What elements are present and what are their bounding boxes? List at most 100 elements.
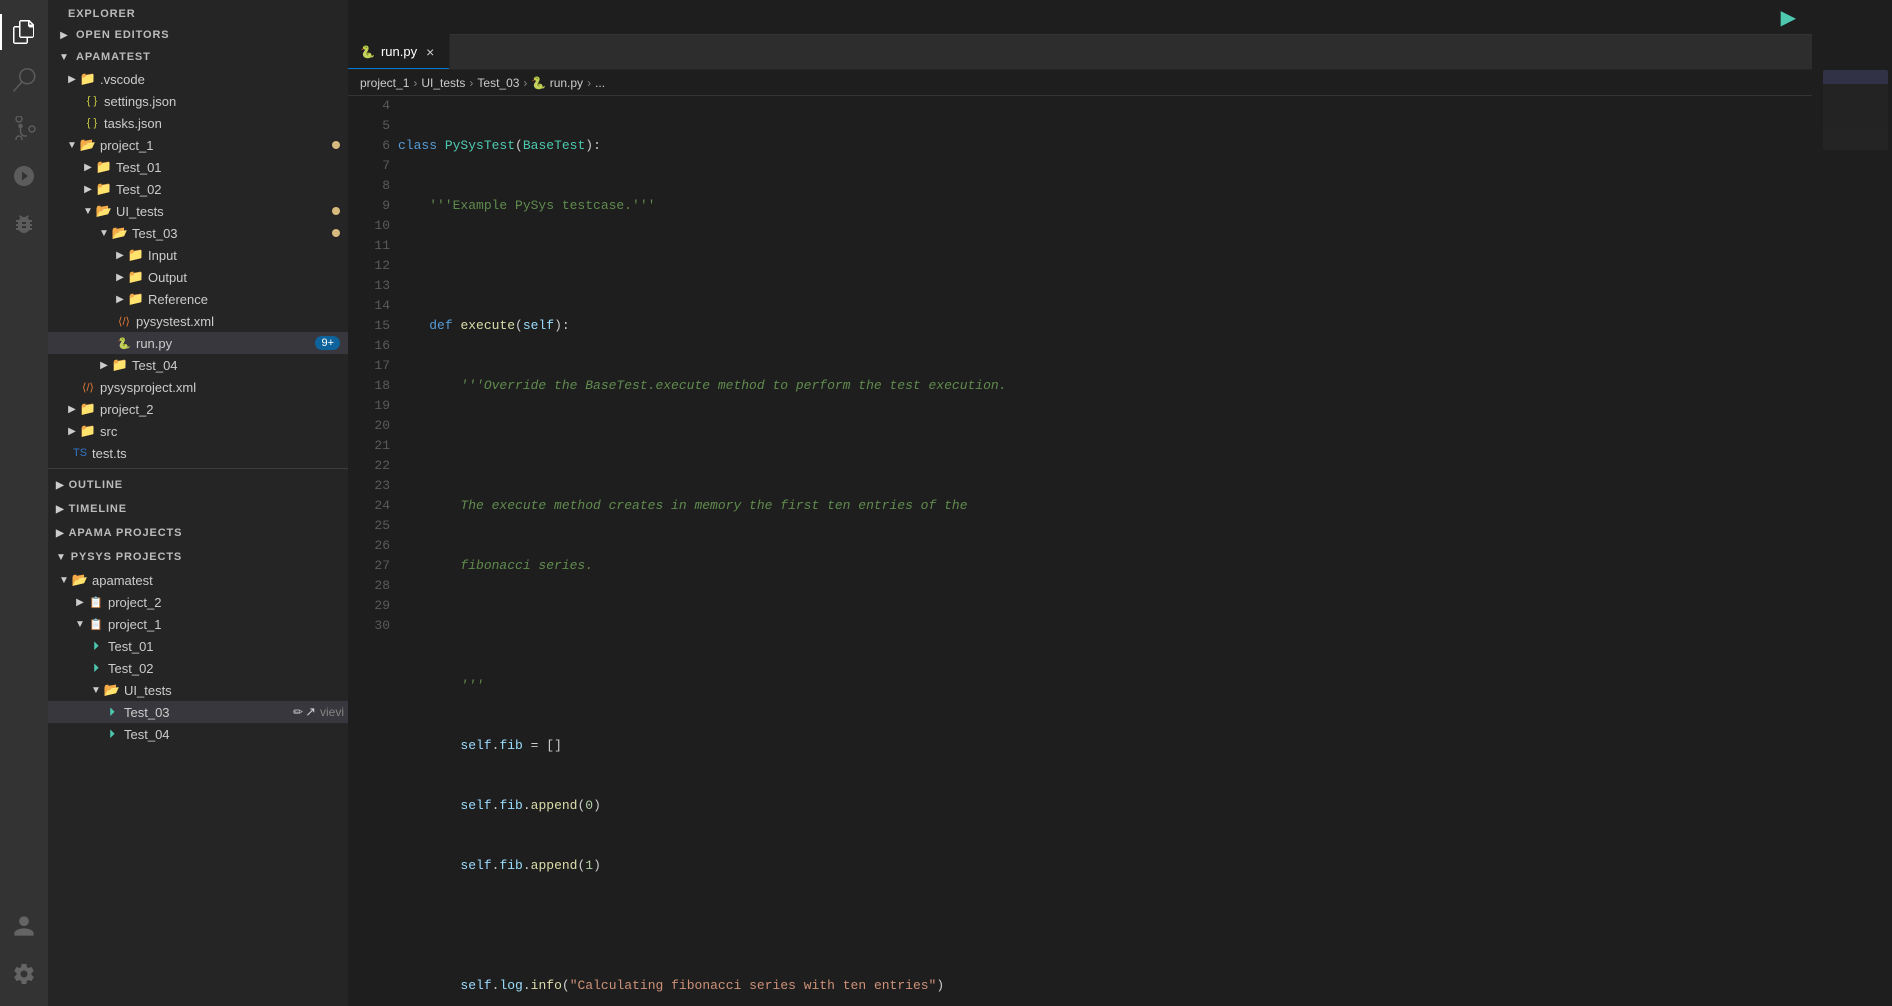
vscode-folder[interactable]: ▶ 📁 .vscode [48, 68, 348, 90]
run-py-tab[interactable]: 🐍 run.py × [348, 34, 450, 69]
folder-icon4: 📁 [128, 247, 144, 263]
explorer-activity-item[interactable] [0, 8, 48, 56]
pysys-apamatest-label: apamatest [88, 573, 348, 588]
settings-activity-item[interactable] [0, 950, 48, 998]
extensions-activity-item[interactable] [0, 200, 48, 248]
timeline-section-header[interactable]: ▶ TIMELINE [48, 497, 348, 521]
pysys-project1[interactable]: ▼ 📋 project_1 [48, 613, 348, 635]
outline-section-header[interactable]: ▶ OUTLINE [48, 473, 348, 497]
pysys-test02[interactable]: ⏵ Test_02 [48, 657, 348, 679]
folder-icon6: 📁 [128, 291, 144, 307]
src-folder[interactable]: ▶ 📁 src [48, 420, 348, 442]
chevron-right-icon9: ▶ [64, 423, 80, 439]
test-ts-label: test.ts [88, 446, 348, 461]
breadcrumb-uitests[interactable]: UI_tests [421, 76, 465, 90]
output-label: Output [144, 270, 348, 285]
xml-file-icon: ⟨/⟩ [116, 313, 132, 329]
project1-folder[interactable]: ▼ 📂 project_1 [48, 134, 348, 156]
chevron-right-icon12: ▶ [56, 528, 65, 539]
pysys-apamatest-folder[interactable]: ▼ 📂 apamatest [48, 569, 348, 591]
chevron-right-icon7: ▶ [96, 357, 112, 373]
tab-label: run.py [381, 44, 417, 59]
breadcrumb-project1[interactable]: project_1 [360, 76, 409, 90]
run-test-icon4: ⏵ [104, 726, 120, 742]
edit-icon[interactable]: ✏ [293, 705, 303, 719]
breadcrumb-sep4: › [587, 76, 591, 90]
breadcrumb-sep1: › [413, 76, 417, 90]
uitests-folder[interactable]: ▼ 📂 UI_tests [48, 200, 348, 222]
open-editors-label: OPEN EDITORS [72, 29, 348, 41]
pysys-uitests[interactable]: ▼ 📂 UI_tests [48, 679, 348, 701]
chevron-right-icon5: ▶ [112, 269, 128, 285]
pysys-project2[interactable]: ▶ 📋 project_2 [48, 591, 348, 613]
reference-label: Reference [144, 292, 348, 307]
chevron-down-icon3: ▼ [80, 203, 96, 219]
pysys-test03[interactable]: ⏵ Test_03 ✏ ↗ vievi [48, 701, 348, 723]
run-test-icon3: ⏵ [104, 704, 120, 720]
folder-icon3: 📁 [96, 181, 112, 197]
chevron-down-icon4: ▼ [96, 225, 112, 241]
ts-file-icon: TS [72, 445, 88, 461]
account-activity-item[interactable] [0, 902, 48, 950]
chevron-right-icon4: ▶ [112, 247, 128, 263]
test04-folder[interactable]: ▶ 📁 Test_04 [48, 354, 348, 376]
folder-icon7: 📁 [112, 357, 128, 373]
divider1 [48, 468, 348, 469]
debug-activity-item[interactable] [0, 152, 48, 200]
editor-toolbar: ▶ [348, 0, 1812, 35]
search-activity-item[interactable] [0, 56, 48, 104]
run-test-icon: ⏵ [88, 638, 104, 654]
open-editors-section[interactable]: ▶ OPEN EDITORS [48, 24, 348, 46]
chevron-down-icon2: ▼ [64, 137, 80, 153]
apamatest-section[interactable]: ▼ APAMATEST [48, 46, 348, 68]
sidebar: EXPLORER ▶ OPEN EDITORS ▼ APAMATEST ▶ 📁 … [48, 0, 348, 1006]
apama-projects-header[interactable]: ▶ APAMA PROJECTS [48, 521, 348, 545]
test02-label: Test_02 [112, 182, 348, 197]
code-content[interactable]: class PySysTest(BaseTest): '''Example Py… [398, 96, 1812, 1006]
pysystest-xml-file[interactable]: ⟨/⟩ pysystest.xml [48, 310, 348, 332]
test01-label: Test_01 [112, 160, 348, 175]
project2-folder[interactable]: ▶ 📁 project_2 [48, 398, 348, 420]
test03-folder[interactable]: ▼ 📂 Test_03 [48, 222, 348, 244]
test-ts-file[interactable]: TS test.ts [48, 442, 348, 464]
project2-label: project_2 [96, 402, 348, 417]
code-editor[interactable]: 4 5 6 7 8 9 10 11 12 13 14 15 16 17 18 1… [348, 96, 1812, 1006]
pysysproject-xml-file[interactable]: ⟨/⟩ pysysproject.xml [48, 376, 348, 398]
tasks-json-file[interactable]: { } tasks.json [48, 112, 348, 134]
reference-folder[interactable]: ▶ 📁 Reference [48, 288, 348, 310]
pysysproject-xml-label: pysysproject.xml [96, 380, 348, 395]
run-button[interactable]: ▶ [1781, 5, 1796, 30]
tab-close-button[interactable]: × [423, 43, 437, 61]
minimap-panel [1812, 0, 1892, 1006]
test02-folder[interactable]: ▶ 📁 Test_02 [48, 178, 348, 200]
pysys-projects-header[interactable]: ▼ PYSYS PROJECTS [48, 545, 348, 569]
pysys-test04[interactable]: ⏵ Test_04 [48, 723, 348, 745]
input-label: Input [144, 248, 348, 263]
source-control-activity-item[interactable] [0, 104, 48, 152]
folder-open-icon3: 📂 [112, 225, 128, 241]
py-file-icon: 🐍 [116, 335, 132, 351]
test01-folder[interactable]: ▶ 📁 Test_01 [48, 156, 348, 178]
explorer-header[interactable]: EXPLORER [48, 0, 348, 24]
pysys-project-icon: 📋 [88, 594, 104, 610]
breadcrumb-runpy[interactable]: 🐍 run.py [531, 76, 583, 90]
breadcrumb-sep2: › [469, 76, 473, 90]
input-folder[interactable]: ▶ 📁 Input [48, 244, 348, 266]
run-py-file[interactable]: 🐍 run.py 9+ [48, 332, 348, 354]
breadcrumb-test03[interactable]: Test_03 [477, 76, 519, 90]
chevron-right-icon8: ▶ [64, 401, 80, 417]
output-folder[interactable]: ▶ 📁 Output [48, 266, 348, 288]
outline-label: OUTLINE [69, 479, 123, 491]
pysys-project2-label: project_2 [104, 595, 348, 610]
pysys-test03-label: Test_03 [120, 705, 293, 720]
pysys-test01[interactable]: ⏵ Test_01 [48, 635, 348, 657]
folder-icon8: 📁 [80, 401, 96, 417]
settings-json-file[interactable]: { } settings.json [48, 90, 348, 112]
test03-badge [332, 229, 340, 237]
apama-projects-label: APAMA PROJECTS [69, 527, 183, 539]
breadcrumb-sep3: › [523, 76, 527, 90]
breadcrumb-ellipsis[interactable]: ... [595, 76, 605, 90]
explorer-header-label: EXPLORER [68, 8, 136, 20]
apamatest-label: APAMATEST [72, 51, 348, 63]
pysys-test04-label: Test_04 [120, 727, 348, 742]
